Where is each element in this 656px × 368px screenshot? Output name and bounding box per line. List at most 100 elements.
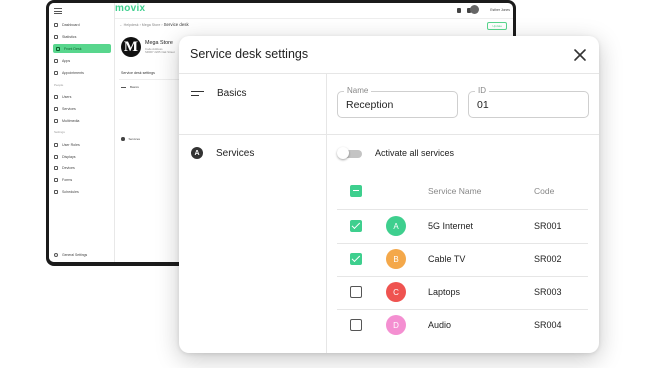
devices-icon (54, 165, 58, 170)
id-input[interactable] (477, 99, 585, 111)
bg-nav-displays[interactable]: Displays (49, 152, 111, 161)
breadcrumb-part[interactable]: Mega Store (142, 23, 161, 27)
notification-icon[interactable] (457, 8, 461, 13)
front-desk-icon (56, 46, 60, 51)
service-checkbox[interactable] (350, 220, 362, 232)
service-name: Cable TV (428, 254, 466, 264)
service-name: Laptops (428, 287, 461, 297)
bg-nav-label: Services (62, 106, 76, 111)
stage: Dashboard Statistics Front Desk Apps App… (0, 0, 656, 368)
calendar-icon (54, 70, 58, 75)
activate-all-toggle[interactable] (337, 147, 364, 159)
modal-title: Service desk settings (190, 47, 309, 61)
displays-icon (54, 154, 58, 159)
user-roles-icon (54, 142, 58, 147)
apps-icon (54, 58, 58, 63)
statistics-icon (54, 34, 58, 39)
bg-nav-label: Devices (62, 165, 75, 170)
bg-row-basics[interactable]: Basics (121, 85, 139, 89)
bg-row-label: Basics (130, 85, 139, 89)
bg-section-people: People (54, 83, 64, 87)
bg-nav-label: Users (62, 94, 72, 99)
breadcrumb-separator: › (139, 23, 141, 27)
back-arrow-icon[interactable]: ← (119, 23, 123, 27)
bg-nav-label: Forms (62, 177, 73, 182)
bg-row-services[interactable]: Services (121, 137, 140, 141)
bg-nav-users[interactable]: Users (49, 92, 111, 101)
bg-nav-label: Dashboard (62, 22, 80, 27)
activate-all-label: Activate all services (375, 148, 455, 158)
bg-nav-schedules[interactable]: Schedules (49, 187, 111, 196)
service-desk-settings-modal: Service desk settings Basics A Services … (179, 36, 599, 353)
store-name: Mega Store (145, 40, 173, 46)
breadcrumb: ← Helpdesk › Mega Store › Service desk (119, 22, 189, 27)
menu-icon[interactable] (54, 8, 62, 14)
app-logo[interactable]: movix (115, 3, 145, 14)
bg-nav-label: Multimedia (62, 118, 80, 123)
bg-general-settings[interactable]: General Settings (54, 253, 87, 257)
bg-nav-label: Appointments (62, 70, 84, 75)
store-logo: M (121, 37, 141, 57)
nav-services-label: Services (216, 147, 255, 159)
gear-icon (54, 253, 58, 257)
bg-nav-statistics[interactable]: Statistics (49, 32, 111, 41)
bg-nav-forms[interactable]: Forms (49, 175, 111, 184)
services-icon (54, 106, 58, 111)
service-code: SR001 (534, 221, 562, 231)
basics-icon (121, 86, 126, 88)
service-avatar: B (386, 249, 406, 269)
service-checkbox[interactable] (350, 253, 362, 265)
services-icon: A (191, 147, 203, 159)
bg-nav-apps[interactable]: Apps (49, 56, 111, 65)
multimedia-icon (54, 118, 58, 123)
bg-nav-label: User Roles (62, 142, 80, 147)
forms-icon (54, 177, 58, 182)
close-icon (574, 49, 586, 61)
breadcrumb-current: Service desk (163, 22, 189, 27)
services-icon (121, 137, 125, 141)
service-code: SR002 (534, 254, 562, 264)
nav-basics-label: Basics (217, 88, 247, 99)
service-checkbox[interactable] (350, 319, 362, 331)
bg-row-label: Services (128, 137, 141, 141)
column-header-service-name: Service Name (428, 186, 482, 196)
toggle-knob (337, 147, 349, 159)
bg-nav-multimedia[interactable]: Multimedia (49, 116, 111, 125)
breadcrumb-part[interactable]: Helpdesk (124, 23, 139, 27)
service-avatar: D (386, 315, 406, 335)
service-checkbox[interactable] (350, 286, 362, 298)
bg-nav-label: Statistics (62, 34, 77, 39)
service-avatar: A (386, 216, 406, 236)
bg-section-settings: Settings (54, 130, 65, 134)
nav-services[interactable]: A Services (191, 147, 254, 159)
bg-nav-front-desk[interactable]: Front Desk (53, 44, 111, 53)
bg-nav-user-roles[interactable]: User Roles (49, 140, 111, 149)
row-divider (337, 209, 588, 210)
update-button[interactable]: Update (487, 22, 507, 30)
users-icon (54, 94, 58, 99)
bg-nav-services[interactable]: Services (49, 104, 111, 113)
breadcrumb-separator: › (161, 23, 163, 27)
bg-topbar: movix Esther Jones (115, 3, 513, 19)
bg-nav-label: Front Desk (64, 46, 82, 51)
row-divider (337, 243, 588, 244)
bg-nav-devices[interactable]: Devices (49, 163, 111, 172)
row-divider (337, 276, 588, 277)
select-all-checkbox[interactable] (350, 185, 362, 197)
header-divider (179, 73, 599, 74)
id-field-label: ID (475, 86, 489, 95)
id-field[interactable]: ID (468, 86, 589, 118)
bg-sidebar: Dashboard Statistics Front Desk Apps App… (49, 3, 115, 262)
bg-nav-dashboard[interactable]: Dashboard (49, 20, 111, 29)
name-input[interactable] (346, 99, 454, 111)
service-name: 5G Internet (428, 221, 474, 231)
column-header-code: Code (534, 186, 555, 196)
basics-icon (191, 90, 205, 98)
bg-nav-appointments[interactable]: Appointments (49, 68, 111, 77)
close-button[interactable] (570, 45, 590, 65)
nav-basics[interactable]: Basics (191, 88, 246, 99)
name-field[interactable]: Name (337, 86, 458, 118)
dashboard-icon (54, 22, 58, 27)
avatar[interactable] (470, 5, 479, 14)
user-name[interactable]: Esther Jones (490, 8, 510, 12)
